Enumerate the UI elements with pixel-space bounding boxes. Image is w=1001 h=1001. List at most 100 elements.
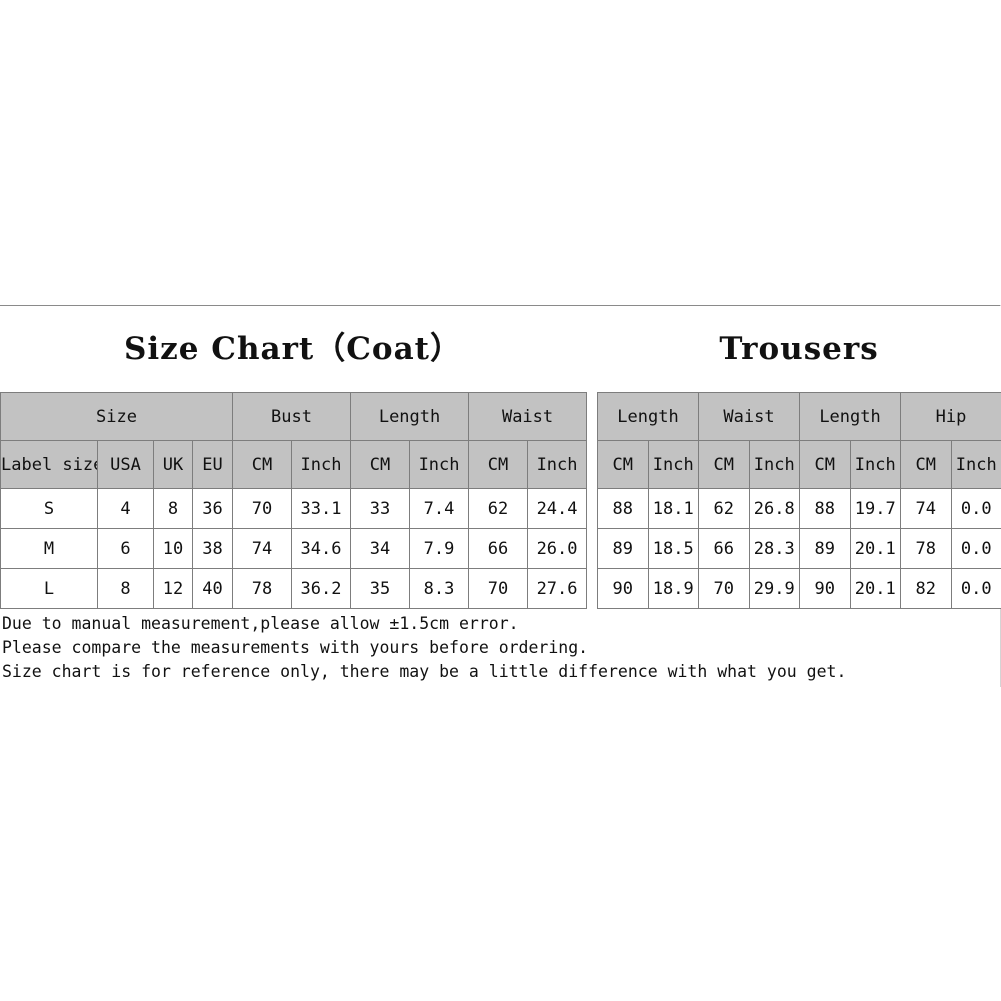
cell: L [0, 568, 98, 609]
table-row: 89 18.5 66 28.3 89 20.1 78 0.0 [597, 528, 1001, 569]
table-row: M 6 10 38 74 34.6 34 7.9 66 26.0 [0, 528, 588, 569]
cell: 78 [232, 568, 293, 609]
cell: 12 [153, 568, 193, 609]
cell: 70 [698, 568, 750, 609]
cell: 90 [799, 568, 851, 609]
cell: 26.8 [748, 488, 801, 529]
cell: 24.4 [527, 488, 588, 529]
trousers-sub-header-waist-cm: CM [698, 440, 750, 489]
cell: 0.0 [950, 488, 1001, 529]
cell: 62 [698, 488, 750, 529]
cell: 7.4 [409, 488, 470, 529]
cell: 66 [698, 528, 750, 569]
cell: 8 [97, 568, 154, 609]
cell: 19.7 [849, 488, 902, 529]
note-line-measurement-error: Due to manual measurement,please allow ±… [2, 614, 519, 633]
coat-sub-header-waist-cm: CM [468, 440, 529, 489]
cell: 27.6 [527, 568, 588, 609]
trousers-panel: Trousers Length Waist Length Hip CM Inch… [596, 306, 1001, 609]
cell: 70 [468, 568, 529, 609]
trousers-sub-header-length1-cm: CM [597, 440, 649, 489]
cell: 88 [799, 488, 851, 529]
cell: 20.1 [849, 528, 902, 569]
coat-group-header-bust: Bust [232, 392, 352, 441]
cell: 88 [597, 488, 649, 529]
cell: 6 [97, 528, 154, 569]
coat-sub-header-uk: UK [153, 440, 193, 489]
cell: 10 [153, 528, 193, 569]
cell: 18.1 [647, 488, 700, 529]
coat-group-header-size: Size [0, 392, 234, 441]
coat-sub-header-usa: USA [97, 440, 154, 489]
coat-sub-header-waist-inch: Inch [527, 440, 588, 489]
coat-group-header-row: Size Bust Length Waist [0, 392, 588, 441]
cell: 8 [153, 488, 193, 529]
table-row: S 4 8 36 70 33.1 33 7.4 62 24.4 [0, 488, 588, 529]
coat-sub-header-bust-cm: CM [232, 440, 293, 489]
cell: 35 [350, 568, 411, 609]
size-chart-page: Size Chart（Coat） Size Bust Length Waist … [0, 0, 1001, 1001]
cell: M [0, 528, 98, 569]
cell: 78 [900, 528, 952, 569]
table-row: 88 18.1 62 26.8 88 19.7 74 0.0 [597, 488, 1001, 529]
cell: 26.0 [527, 528, 588, 569]
coat-table: Size Bust Length Waist Label size USA UK… [0, 392, 588, 609]
cell: 36.2 [291, 568, 352, 609]
cell: 66 [468, 528, 529, 569]
cell: 29.9 [748, 568, 801, 609]
table-row: 90 18.9 70 29.9 90 20.1 82 0.0 [597, 568, 1001, 609]
cell: 70 [232, 488, 293, 529]
coat-sub-header-length-cm: CM [350, 440, 411, 489]
cell: 33.1 [291, 488, 352, 529]
cell: 90 [597, 568, 649, 609]
trousers-sub-header-hip-cm: CM [900, 440, 952, 489]
coat-sub-header-bust-inch: Inch [291, 440, 352, 489]
coat-sub-header-length-inch: Inch [409, 440, 470, 489]
cell: 0.0 [950, 528, 1001, 569]
trousers-sub-header-hip-inch: Inch [950, 440, 1001, 489]
cell: 8.3 [409, 568, 470, 609]
note-line-compare-measurements: Please compare the measurements with you… [2, 638, 589, 657]
coat-sub-header-eu: EU [191, 440, 234, 489]
table-row: L 8 12 40 78 36.2 35 8.3 70 27.6 [0, 568, 588, 609]
coat-sub-header-label-size: Label size [0, 440, 98, 489]
trousers-sub-header-length2-cm: CM [799, 440, 851, 489]
cell: 74 [900, 488, 952, 529]
coat-group-header-length: Length [350, 392, 470, 441]
trousers-group-header-row: Length Waist Length Hip [596, 392, 1001, 441]
trousers-table: Length Waist Length Hip CM Inch CM Inch … [596, 392, 1001, 609]
cell: 33 [350, 488, 411, 529]
trousers-group-header-waist: Waist [698, 392, 801, 441]
trousers-sub-header-row: CM Inch CM Inch CM Inch CM Inch [597, 440, 1001, 489]
coat-panel: Size Chart（Coat） Size Bust Length Waist … [0, 306, 588, 609]
cell: 62 [468, 488, 529, 529]
note-line-reference-only: Size chart is for reference only, there … [2, 662, 847, 681]
cell: 40 [191, 568, 234, 609]
cell: 89 [799, 528, 851, 569]
trousers-sub-header-length2-inch: Inch [849, 440, 902, 489]
disclaimer-notes: Due to manual measurement,please allow ±… [2, 612, 992, 684]
cell: 4 [97, 488, 154, 529]
coat-group-header-waist: Waist [468, 392, 588, 441]
cell: 7.9 [409, 528, 470, 569]
trousers-group-header-hip: Hip [900, 392, 1001, 441]
cell: 0.0 [950, 568, 1001, 609]
cell: 28.3 [748, 528, 801, 569]
cell: 34 [350, 528, 411, 569]
cell: 74 [232, 528, 293, 569]
cell: 20.1 [849, 568, 902, 609]
cell: 82 [900, 568, 952, 609]
cell: 36 [191, 488, 234, 529]
trousers-sub-header-length1-inch: Inch [647, 440, 700, 489]
coat-title: Size Chart（Coat） [0, 306, 586, 392]
trousers-title: Trousers [597, 306, 1001, 392]
coat-sub-header-row: Label size USA UK EU CM Inch CM Inch CM … [0, 440, 588, 489]
cell: 38 [191, 528, 234, 569]
size-chart-tables: Size Chart（Coat） Size Bust Length Waist … [0, 306, 1001, 609]
trousers-group-header-length-2: Length [799, 392, 902, 441]
cell: 34.6 [291, 528, 352, 569]
trousers-group-header-length-1: Length [596, 392, 700, 441]
cell: 18.5 [647, 528, 700, 569]
cell: 89 [597, 528, 649, 569]
trousers-sub-header-waist-inch: Inch [748, 440, 801, 489]
